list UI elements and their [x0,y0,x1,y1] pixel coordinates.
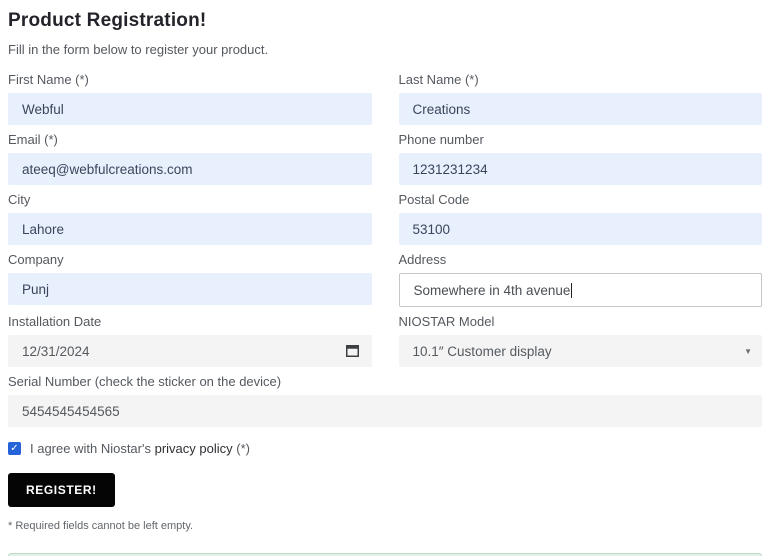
privacy-policy-link[interactable]: privacy policy [155,441,233,456]
field-niostar-model: NIOSTAR Model 10.1″ Customer display ▼ [398,314,762,367]
address-input[interactable]: Somewhere in 4th avenue [398,273,762,307]
last-name-input[interactable]: Creations [398,93,762,125]
niostar-model-value: 10.1″ Customer display [412,343,552,359]
field-address: Address Somewhere in 4th avenue [398,252,762,307]
field-phone: Phone number 1231231234 [398,132,762,185]
company-value: Punj [22,281,50,297]
installation-date-label: Installation Date [8,314,102,329]
serial-number-input[interactable]: 5454545454565 [8,395,762,427]
email-input[interactable]: ateeq@webfulcreations.com [8,153,372,185]
email-value: ateeq@webfulcreations.com [22,161,193,177]
last-name-label: Last Name (*) [398,72,479,87]
phone-value: 1231231234 [412,161,488,177]
page-title: Product Registration! [8,10,207,31]
address-value: Somewhere in 4th avenue [413,282,571,298]
field-email: Email (*) ateeq@webfulcreations.com [8,132,372,185]
agreement-text-after: (*) [232,441,250,456]
register-button[interactable]: REGISTER! [8,473,115,507]
privacy-policy-checkbox[interactable]: ✓ [8,442,21,455]
postal-code-value: 53100 [412,221,451,237]
company-input[interactable]: Punj [8,273,372,305]
serial-number-label: Serial Number (check the sticker on the … [8,374,282,389]
registration-form: First Name (*) Webful Last Name (*) Crea… [8,72,762,374]
city-value: Lahore [22,221,65,237]
postal-code-label: Postal Code [398,192,470,207]
installation-date-input[interactable]: 12/31/2024 [8,335,372,367]
field-first-name: First Name (*) Webful [8,72,372,125]
first-name-input[interactable]: Webful [8,93,372,125]
page-subtitle: Fill in the form below to register your … [8,42,269,57]
company-label: Company [8,252,64,267]
agreement-text-before: I agree with Niostar's [30,441,155,456]
field-postal-code: Postal Code 53100 [398,192,762,245]
agreement-text: I agree with Niostar's privacy policy (*… [30,441,250,456]
installation-date-value: 12/31/2024 [22,343,90,359]
first-name-value: Webful [22,101,64,117]
last-name-value: Creations [412,101,471,117]
niostar-model-select[interactable]: 10.1″ Customer display ▼ [398,335,762,367]
field-city: City Lahore [8,192,372,245]
required-fields-footnote: * Required fields cannot be left empty. [8,520,194,532]
first-name-label: First Name (*) [8,72,89,87]
niostar-model-label: NIOSTAR Model [398,314,495,329]
email-label: Email (*) [8,132,58,147]
field-last-name: Last Name (*) Creations [398,72,762,125]
agreement-row: ✓ I agree with Niostar's privacy policy … [8,441,762,456]
postal-code-input[interactable]: 53100 [398,213,762,245]
city-label: City [8,192,31,207]
address-label: Address [398,252,447,267]
serial-number-value: 5454545454565 [22,403,120,419]
registration-page: Product Registration! Fill in the form b… [0,0,768,556]
field-company: Company Punj [8,252,372,307]
calendar-icon[interactable] [345,344,359,357]
text-caret [571,282,573,298]
city-input[interactable]: Lahore [8,213,372,245]
field-serial-number: Serial Number (check the sticker on the … [8,374,762,427]
field-installation-date: Installation Date 12/31/2024 [8,314,372,367]
phone-input[interactable]: 1231231234 [398,153,762,185]
phone-label: Phone number [398,132,484,147]
chevron-down-icon: ▼ [744,347,752,356]
